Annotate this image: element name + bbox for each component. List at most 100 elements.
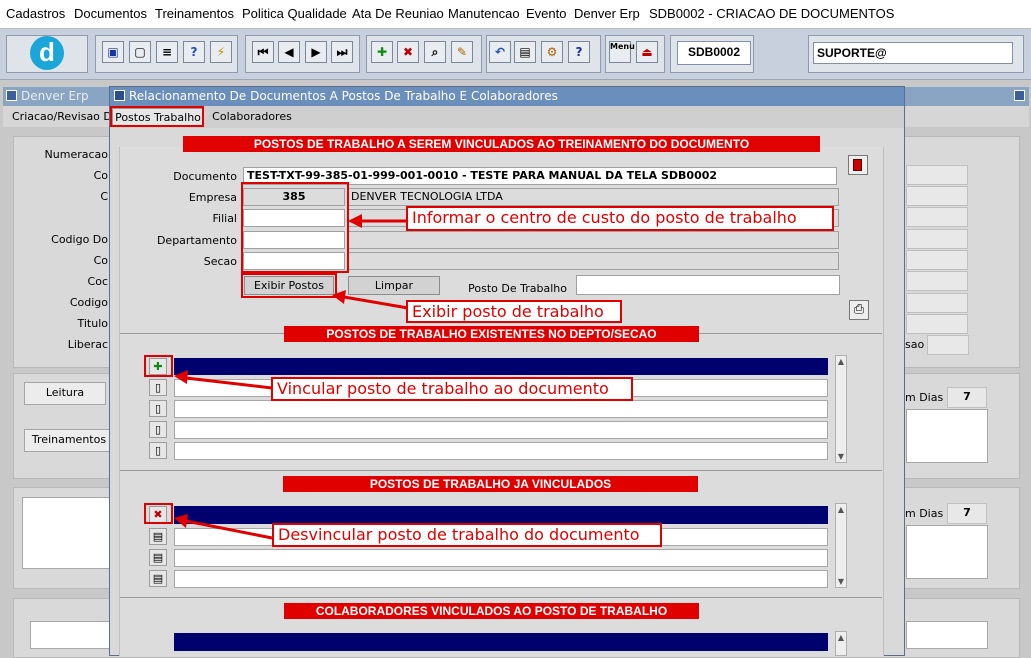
- treinamentos-button[interactable]: Treinamentos: [24, 429, 114, 452]
- row-document-icon[interactable]: ▯: [149, 421, 167, 438]
- exibir-highlight-box: [241, 273, 337, 298]
- row-document-icon[interactable]: ▯: [149, 400, 167, 417]
- menu-manutencao[interactable]: Manutencao: [448, 6, 520, 21]
- posto-de-trabalho-input[interactable]: [576, 275, 840, 295]
- previous-record-icon[interactable]: ◀: [278, 41, 300, 63]
- bg-field-7[interactable]: [906, 293, 968, 313]
- print-icon[interactable]: ≡: [156, 41, 178, 63]
- menu-politica-qualidade[interactable]: Politica Qualidade: [242, 6, 347, 21]
- row-document-icon[interactable]: ▤: [149, 549, 167, 566]
- label-sao: sao: [905, 338, 925, 351]
- background-window-title: Denver Erp: [21, 89, 89, 103]
- label-c: C: [100, 190, 108, 203]
- tab-colaboradores[interactable]: Colaboradores: [206, 108, 298, 126]
- row-document-icon[interactable]: ▤: [149, 570, 167, 587]
- delete-record-icon[interactable]: ✖: [397, 41, 419, 63]
- label-numeracao: Numeracao: [44, 148, 108, 161]
- menu-denver-erp[interactable]: Denver Erp: [574, 6, 640, 21]
- dias-field-2[interactable]: 7: [947, 503, 987, 524]
- bg-textarea-1[interactable]: [906, 409, 988, 463]
- query-icon[interactable]: ?: [183, 41, 205, 63]
- tools-icon[interactable]: ⚙: [541, 41, 563, 63]
- save-icon[interactable]: ▣: [102, 41, 124, 63]
- help-icon[interactable]: ?: [568, 41, 590, 63]
- menu-ata-de-reuniao[interactable]: Ata De Reuniao: [352, 6, 444, 21]
- window-icon[interactable]: ▢: [129, 41, 151, 63]
- exit-document-icon[interactable]: [848, 155, 868, 175]
- postos-existentes-row-5[interactable]: [174, 442, 828, 460]
- dias-field-1[interactable]: 7: [947, 387, 987, 408]
- row-document-icon[interactable]: ▯: [149, 379, 167, 396]
- bg-textarea-left[interactable]: [22, 497, 114, 569]
- menu-cadastros[interactable]: Cadastros: [6, 6, 65, 21]
- postos-existentes-scrollbar[interactable]: ▲ ▼: [835, 355, 847, 463]
- bg-textarea-2[interactable]: [906, 525, 988, 579]
- last-record-icon[interactable]: ⏭: [331, 41, 353, 63]
- bg-field-1[interactable]: [906, 165, 968, 185]
- edit-record-icon[interactable]: ✎: [451, 41, 473, 63]
- postos-existentes-row-4[interactable]: [174, 421, 828, 439]
- scroll-up-icon[interactable]: ▲: [836, 505, 846, 514]
- leitura-button[interactable]: Leitura: [24, 382, 106, 405]
- section-header-postos-existentes: POSTOS DE TRABALHO EXISTENTES NO DEPTO/S…: [284, 326, 699, 342]
- bg-field-5[interactable]: [906, 250, 968, 270]
- scroll-up-icon[interactable]: ▲: [836, 357, 846, 366]
- modal-window-icon: [114, 90, 125, 101]
- clipboard-icon[interactable]: ▤: [514, 41, 536, 63]
- empresa-name-field: DENVER TECNOLOGIA LTDA: [347, 188, 839, 206]
- window-icon: [6, 90, 17, 101]
- section-divider-2: [120, 470, 882, 471]
- menu-documentos[interactable]: Documentos: [74, 6, 147, 21]
- print-icon[interactable]: ⎙: [849, 300, 869, 320]
- toolbar: d ▣ ▢ ≡ ? ⚡ ⏮ ◀ ▶ ⏭ ✚ ✖ ⌕ ✎ ↶ ▤ ⚙ ? Menu…: [0, 29, 1031, 80]
- filial-annotation: Informar o centro de custo do posto de t…: [406, 206, 834, 231]
- bg-field-bottom-left[interactable]: [30, 621, 112, 649]
- row-document-icon[interactable]: ▤: [149, 528, 167, 545]
- row-document-icon[interactable]: ▯: [149, 442, 167, 459]
- scroll-down-icon[interactable]: ▼: [836, 452, 846, 461]
- scroll-down-icon[interactable]: ▼: [836, 577, 846, 586]
- exit-icon[interactable]: ⏏: [636, 41, 658, 63]
- label-dias-1: m Dias: [905, 391, 944, 404]
- postos-vinculados-scrollbar[interactable]: ▲ ▼: [835, 503, 847, 588]
- tab-criacao-revisao[interactable]: Criacao/Revisao Do: [12, 110, 119, 123]
- bg-field-bottom-right[interactable]: [906, 621, 988, 649]
- filial-group-highlight-box: [241, 182, 349, 273]
- bg-field-sao[interactable]: [927, 335, 969, 355]
- bg-field-2[interactable]: [906, 186, 968, 206]
- label-dias-2: m Dias: [905, 507, 944, 520]
- postos-vinculados-row-3[interactable]: [174, 549, 828, 567]
- bg-field-6[interactable]: [906, 271, 968, 291]
- user-field: SUPORTE@: [813, 42, 1013, 64]
- label-liberac: Liberac: [67, 338, 108, 351]
- menu-button-icon[interactable]: Menu: [609, 41, 635, 63]
- undo-icon[interactable]: ↶: [489, 41, 511, 63]
- remove-icon-highlight-box: [144, 503, 173, 524]
- add-icon-highlight-box: [144, 355, 173, 377]
- label-empresa: Empresa: [188, 191, 237, 204]
- label-co: Co: [93, 169, 108, 182]
- bg-field-4[interactable]: [906, 229, 968, 249]
- first-record-icon[interactable]: ⏮: [252, 41, 274, 63]
- bg-field-8[interactable]: [906, 314, 968, 334]
- bg-field-3[interactable]: [906, 207, 968, 227]
- colaboradores-row-1[interactable]: [174, 633, 828, 651]
- insert-record-icon[interactable]: ✚: [371, 41, 393, 63]
- postos-vinculados-row-4[interactable]: [174, 570, 828, 588]
- screen-code: SDB0002: [677, 41, 751, 65]
- window-control-icon[interactable]: [1014, 90, 1025, 101]
- next-record-icon[interactable]: ▶: [305, 41, 327, 63]
- colaboradores-scrollbar[interactable]: ▲: [835, 631, 847, 656]
- menu-window-title: SDB0002 - CRIACAO DE DOCUMENTOS: [649, 6, 895, 21]
- postos-existentes-row-3[interactable]: [174, 400, 828, 418]
- menu-treinamentos[interactable]: Treinamentos: [155, 6, 234, 21]
- execute-query-icon[interactable]: ⚡: [210, 41, 232, 63]
- menu-evento[interactable]: Evento: [526, 6, 566, 21]
- section-header-postos-a-vincular: POSTOS DE TRABALHO A SEREM VINCULADOS AO…: [183, 136, 820, 152]
- label-posto-de-trabalho: Posto De Trabalho: [468, 282, 567, 295]
- desvincular-annotation: Desvincular posto de trabalho do documen…: [272, 523, 662, 547]
- section-header-colaboradores: COLABORADORES VINCULADOS AO POSTO DE TRA…: [284, 603, 699, 619]
- menu-bar: Cadastros Documentos Treinamentos Politi…: [0, 0, 1031, 29]
- scroll-up-icon[interactable]: ▲: [836, 633, 846, 642]
- search-record-icon[interactable]: ⌕: [424, 41, 446, 63]
